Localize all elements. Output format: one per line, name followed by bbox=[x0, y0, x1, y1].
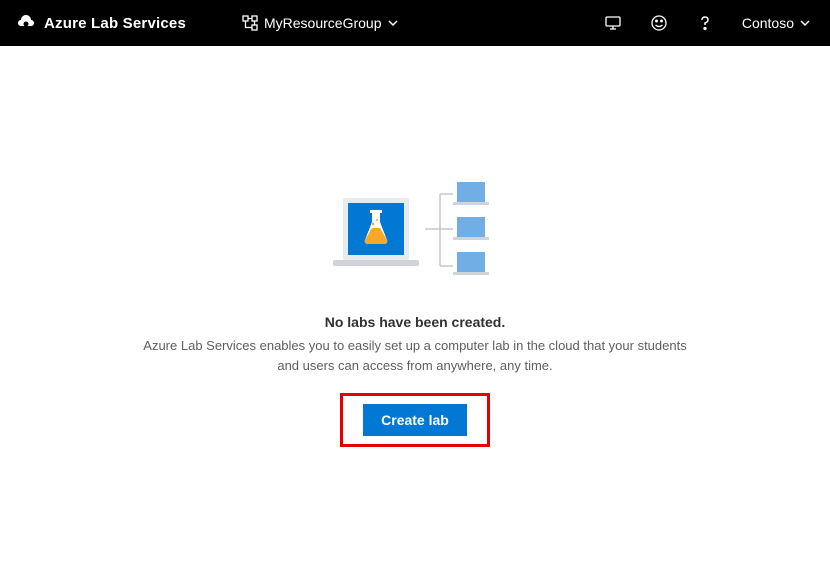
product-logo-icon bbox=[16, 13, 36, 33]
account-dropdown[interactable]: Contoso bbox=[742, 15, 814, 31]
highlight-box: Create lab bbox=[340, 393, 490, 447]
account-name: Contoso bbox=[742, 15, 794, 31]
chevron-down-icon bbox=[388, 18, 398, 28]
main-content: No labs have been created. Azure Lab Ser… bbox=[0, 46, 830, 447]
resource-group-icon bbox=[242, 15, 258, 31]
help-icon[interactable] bbox=[696, 14, 714, 32]
device-icon[interactable] bbox=[604, 14, 622, 32]
product-name: Azure Lab Services bbox=[44, 15, 186, 32]
feedback-smiley-icon[interactable] bbox=[650, 14, 668, 32]
empty-state-title: No labs have been created. bbox=[325, 314, 506, 330]
resource-group-name: MyResourceGroup bbox=[264, 15, 382, 31]
resource-group-selector[interactable]: MyResourceGroup bbox=[242, 15, 398, 31]
header-right-group: Contoso bbox=[604, 14, 814, 32]
empty-state-illustration bbox=[325, 176, 505, 286]
empty-state-description: Azure Lab Services enables you to easily… bbox=[135, 336, 695, 375]
chevron-down-icon bbox=[800, 18, 810, 28]
create-lab-button[interactable]: Create lab bbox=[363, 404, 467, 436]
top-header: Azure Lab Services MyResourceGroup bbox=[0, 0, 830, 46]
header-left-group: Azure Lab Services bbox=[16, 13, 186, 33]
